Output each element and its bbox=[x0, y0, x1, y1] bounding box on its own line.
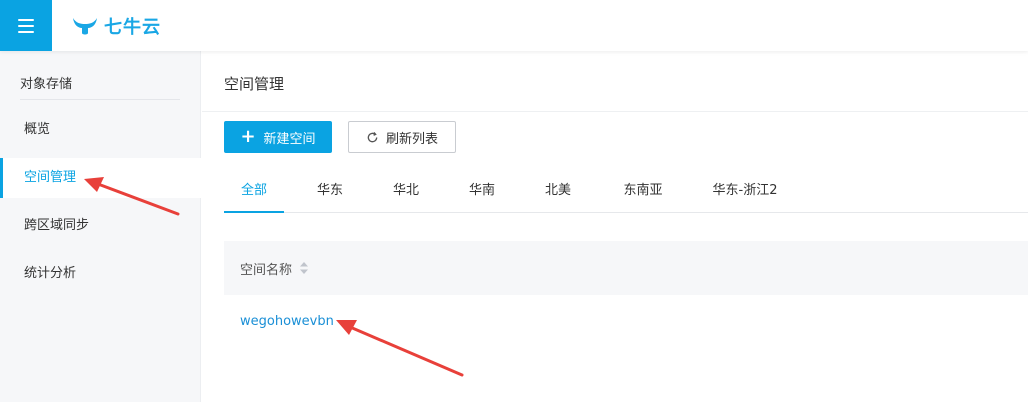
tab-east-china[interactable]: 华东 bbox=[302, 171, 358, 213]
refresh-list-label: 刷新列表 bbox=[385, 131, 438, 147]
plus-icon: + bbox=[240, 126, 256, 147]
top-header: 七牛云 bbox=[0, 0, 1028, 51]
sidebar-item-bucket-management[interactable]: 空间管理 bbox=[0, 158, 201, 198]
sidebar-item-overview[interactable]: 概览 bbox=[0, 110, 201, 150]
table-header: 空间名称 bbox=[224, 241, 1028, 295]
menu-button[interactable] bbox=[0, 0, 52, 51]
sidebar-title: 对象存储 bbox=[20, 77, 73, 92]
sidebar-divider bbox=[20, 99, 180, 100]
tab-north-america[interactable]: 北美 bbox=[530, 171, 586, 213]
tab-southeast-asia[interactable]: 东南亚 bbox=[612, 171, 674, 213]
region-tabs: 全部 华东 华北 华南 北美 东南亚 华东-浙江2 bbox=[224, 171, 1028, 213]
title-divider bbox=[202, 111, 1028, 112]
refresh-list-button[interactable]: 刷新列表 bbox=[348, 121, 456, 153]
sidebar-item-statistics[interactable]: 统计分析 bbox=[0, 254, 201, 294]
column-header-bucket-name[interactable]: 空间名称 bbox=[240, 259, 292, 278]
main-content: 空间管理 + 新建空间 刷新列表 全部 华东 华北 华南 北美 东南亚 华东-浙… bbox=[202, 51, 1028, 402]
hamburger-icon-bar bbox=[18, 30, 34, 33]
bucket-name-link[interactable]: wegohowevbn bbox=[240, 314, 334, 329]
tab-south-china[interactable]: 华南 bbox=[454, 171, 510, 213]
sort-arrows-icon bbox=[300, 262, 309, 274]
new-bucket-label: 新建空间 bbox=[263, 131, 316, 147]
tab-all[interactable]: 全部 bbox=[224, 171, 284, 213]
new-bucket-button[interactable]: + 新建空间 bbox=[224, 121, 332, 153]
page-title: 空间管理 bbox=[224, 75, 285, 93]
sidebar: 对象存储 概览 空间管理 跨区域同步 统计分析 bbox=[0, 51, 201, 402]
bull-logo-icon bbox=[73, 18, 97, 35]
tab-east-china-zhejiang2[interactable]: 华东-浙江2 bbox=[700, 171, 790, 213]
hamburger-icon-bar bbox=[18, 24, 34, 27]
brand-logo[interactable]: 七牛云 bbox=[70, 10, 161, 42]
refresh-icon bbox=[367, 131, 378, 142]
sidebar-item-cross-region-sync[interactable]: 跨区域同步 bbox=[0, 206, 201, 246]
brand-name: 七牛云 bbox=[104, 17, 161, 38]
hamburger-icon bbox=[18, 18, 34, 21]
sort-icon[interactable] bbox=[300, 262, 309, 274]
tab-north-china[interactable]: 华北 bbox=[378, 171, 434, 213]
table-row: wegohowevbn bbox=[224, 299, 1028, 343]
